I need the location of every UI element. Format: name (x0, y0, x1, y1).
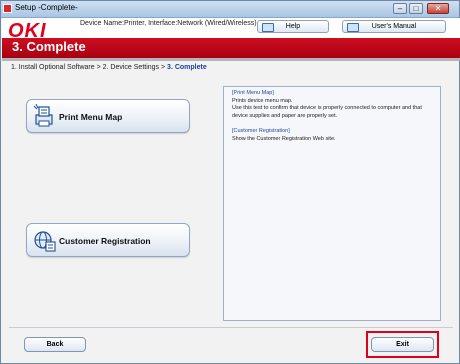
exit-button[interactable]: Exit (371, 337, 434, 352)
customer-registration-button[interactable]: Customer Registration (26, 223, 190, 257)
breadcrumb-separator: > (159, 64, 168, 71)
users-manual-button[interactable]: User's Manual (342, 20, 446, 33)
page-title: 3. Complete (12, 39, 86, 54)
print-menu-map-button[interactable]: Print Menu Map (26, 99, 190, 133)
help-icon (262, 23, 274, 32)
setup-window: Setup -Complete- – □ ✕ OKI Device Name:P… (0, 0, 460, 364)
print-menu-map-label: Print Menu Map (59, 112, 123, 122)
customer-registration-icon (34, 231, 56, 252)
minimize-button[interactable]: – (393, 3, 407, 14)
help-button[interactable]: Help (257, 20, 329, 33)
print-menu-map-icon (33, 104, 53, 127)
header: OKI Device Name:Printer, Interface:Netwo… (2, 18, 460, 42)
manual-icon (347, 23, 359, 32)
breadcrumb-step-2: 2. Device Settings (102, 64, 160, 71)
footer-divider (9, 327, 453, 328)
users-manual-label: User's Manual (371, 23, 417, 30)
close-button[interactable]: ✕ (427, 3, 449, 14)
description-panel: [Print Menu Map] Prints device menu map.… (223, 86, 441, 321)
back-button[interactable]: Back (24, 337, 86, 352)
app-icon (3, 4, 12, 13)
print-menu-map-heading: [Print Menu Map] (232, 90, 274, 96)
help-button-label: Help (285, 23, 301, 30)
customer-registration-desc: Show the Customer Registration Web site. (232, 135, 336, 142)
breadcrumb-current: 3. Complete (167, 64, 207, 71)
breadcrumb: 1. Install Optional Software > 2. Device… (11, 64, 207, 71)
breadcrumb-separator: > (94, 64, 103, 71)
device-name-text: Device Name:Printer, Interface:Network (… (80, 20, 257, 27)
customer-registration-heading: [Customer Registration] (232, 128, 290, 134)
page-banner: 3. Complete (2, 38, 460, 58)
window-title: Setup -Complete- (15, 3, 78, 12)
print-menu-map-desc-2: Use this test to confirm that device is … (232, 105, 422, 119)
title-bar[interactable]: Setup -Complete- – □ ✕ (1, 1, 459, 18)
maximize-button[interactable]: □ (409, 3, 423, 14)
customer-registration-label: Customer Registration (59, 236, 151, 246)
banner-divider (2, 58, 460, 61)
breadcrumb-step-1: 1. Install Optional Software (11, 64, 95, 71)
print-menu-map-desc-1: Prints device menu map. (232, 97, 293, 104)
